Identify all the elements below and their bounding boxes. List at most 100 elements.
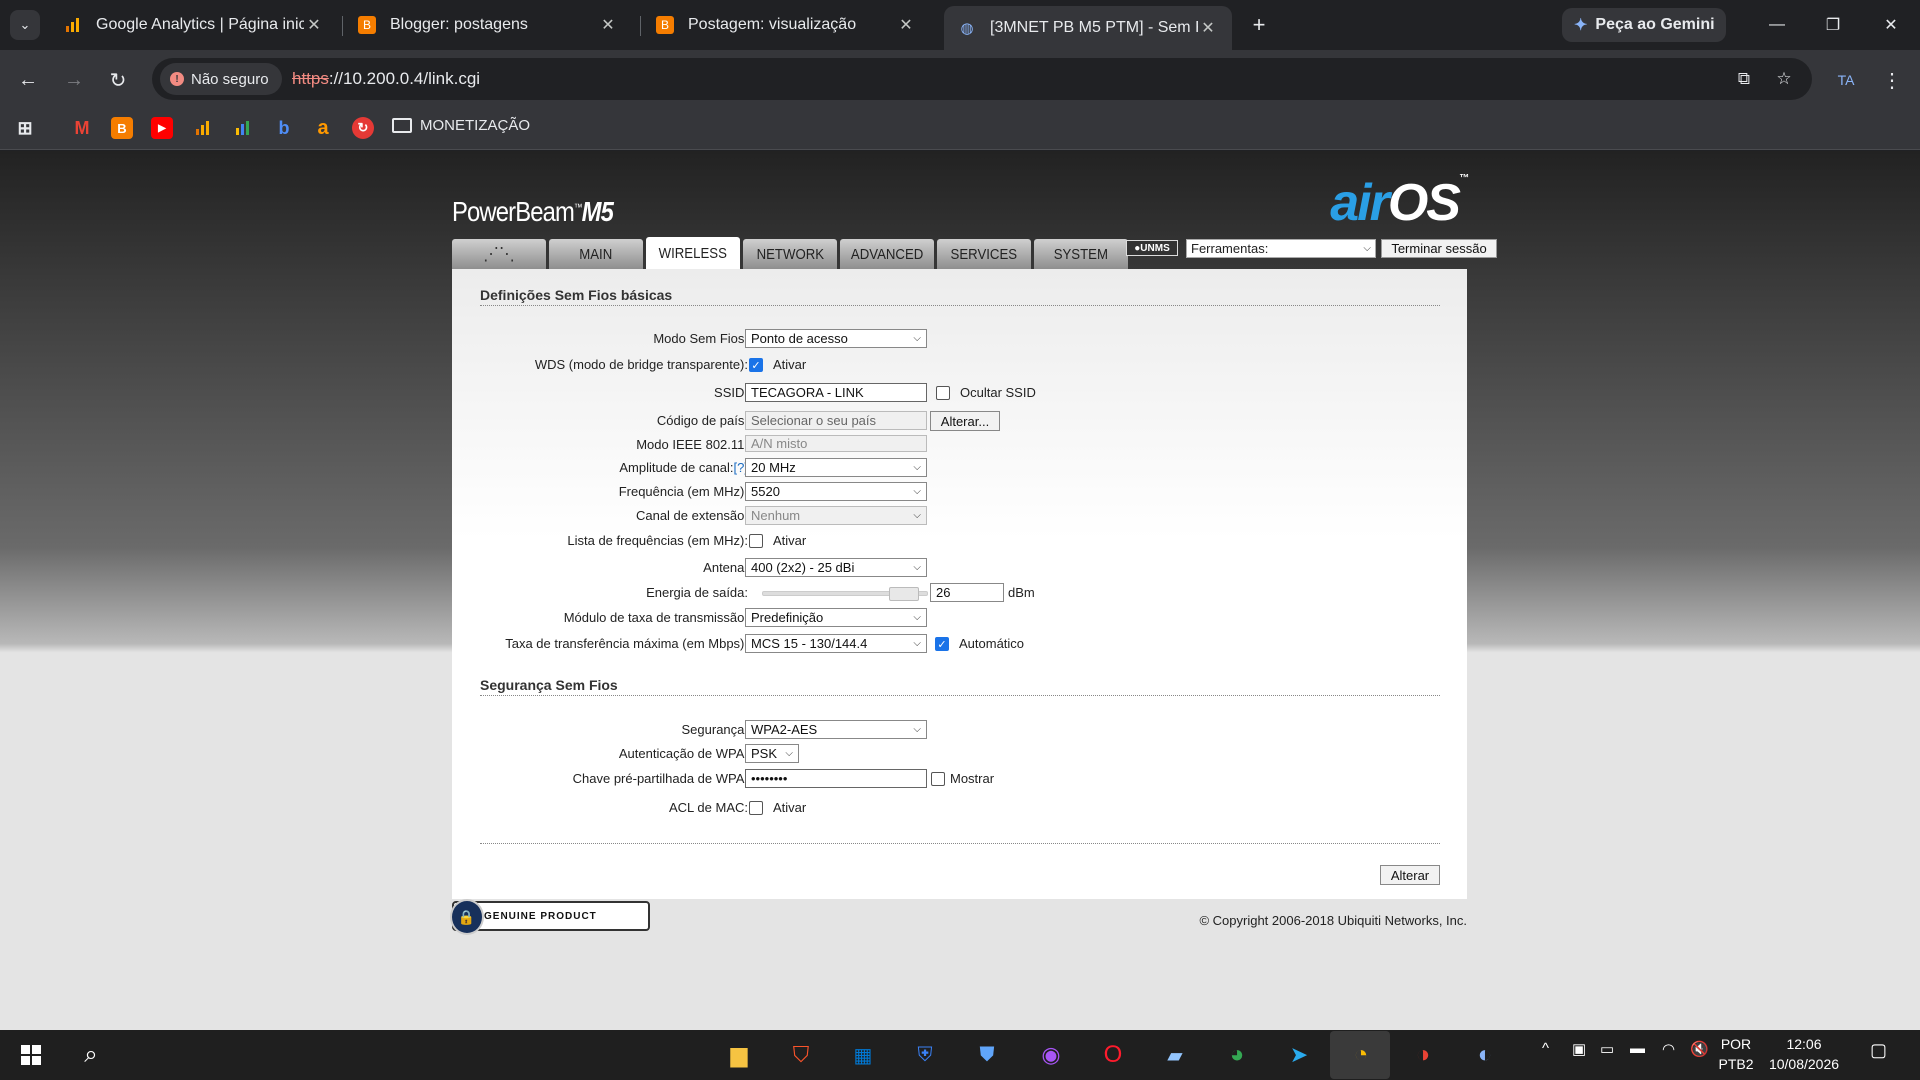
close-icon[interactable]: ✕ — [304, 15, 324, 35]
notifications-icon[interactable]: ▢ — [1870, 1040, 1887, 1061]
apply-button[interactable]: Alterar — [1380, 865, 1440, 885]
url-text[interactable]: https://10.200.0.4/link.cgi — [292, 69, 480, 89]
reload-icon[interactable]: ↻ — [102, 64, 134, 96]
wpa-key-input[interactable]: •••••••• — [745, 769, 927, 788]
youtube-icon[interactable]: ▶ — [151, 117, 173, 139]
tab-divider — [640, 16, 641, 36]
output-power-unit: dBm — [1008, 585, 1035, 600]
input-language[interactable]: POR PTB2 — [1714, 1034, 1758, 1074]
tab-system[interactable]: SYSTEM — [1034, 239, 1128, 269]
bookmark-star-icon[interactable]: ☆ — [1772, 68, 1796, 90]
close-icon[interactable]: ✕ — [1198, 18, 1218, 38]
rate-module-select[interactable]: Predefinição ⌵ — [745, 608, 927, 627]
row-wds: WDS (modo de bridge transparente): ✓ Ati… — [452, 355, 1467, 375]
row-channel-width: Amplitude de canal:[?] 20 MHz ⌵ — [452, 458, 1467, 478]
close-icon[interactable]: ✕ — [598, 15, 618, 35]
gemini-button[interactable]: ✦ Peça ao Gemini — [1562, 8, 1726, 42]
notes-icon[interactable]: ▰ — [1158, 1038, 1192, 1072]
row-country: Código de país: Selecionar o seu país Al… — [452, 411, 1467, 431]
tab-google-analytics[interactable]: Google Analytics | Página inicial ✕ — [50, 6, 338, 44]
bing-icon[interactable]: b — [273, 117, 295, 139]
auto-rate-checkbox[interactable]: ✓ — [935, 637, 949, 651]
minimize-icon[interactable]: — — [1754, 8, 1800, 42]
google-ads-icon[interactable] — [232, 117, 254, 139]
tab-ubiquiti-logo[interactable]: ⋰⋱ — [452, 239, 546, 269]
tab-network[interactable]: NETWORK — [743, 239, 837, 269]
restore-icon[interactable]: ❐ — [1810, 8, 1856, 42]
translate-icon[interactable]: ⧉ — [1732, 68, 1756, 90]
tab-wireless[interactable]: WIRELESS — [646, 237, 740, 269]
ssid-input[interactable]: TECAGORA - LINK — [745, 383, 927, 402]
close-icon[interactable]: ✕ — [896, 15, 916, 35]
extension-channel-value: Nenhum — [751, 508, 801, 523]
tab-services[interactable]: SERVICES — [937, 239, 1031, 269]
analytics-icon[interactable] — [192, 117, 214, 139]
gmail-icon[interactable]: M — [71, 117, 93, 139]
show-key-checkbox[interactable] — [931, 772, 945, 786]
telegram-icon[interactable]: ➤ — [1282, 1038, 1316, 1072]
wds-checkbox[interactable]: ✓ — [749, 358, 763, 372]
frequency-list-checkbox[interactable] — [749, 534, 763, 548]
forward-arrow-icon[interactable]: → — [58, 64, 90, 96]
security-select[interactable]: WPA2-AES ⌵ — [745, 720, 927, 739]
change-country-button[interactable]: Alterar... — [930, 411, 1000, 431]
address-bar[interactable]: ! Não seguro https://10.200.0.4/link.cgi… — [152, 58, 1812, 100]
mac-acl-checkbox[interactable] — [749, 801, 763, 815]
chrome-alt-icon[interactable]: ◑ — [1406, 1038, 1440, 1072]
blogger-icon[interactable]: B — [111, 117, 133, 139]
window-close-icon[interactable]: ✕ — [1868, 8, 1914, 42]
back-arrow-icon[interactable]: ← — [12, 64, 44, 96]
mac-acl-option-label: Ativar — [773, 800, 807, 815]
tray-chevron-up-icon[interactable]: ^ — [1542, 1040, 1549, 1057]
display-icon[interactable]: ▭ — [1600, 1040, 1614, 1058]
tab-blogger-postagens[interactable]: B Blogger: postagens ✕ — [344, 6, 632, 44]
app-d-icon[interactable]: ◉ — [1034, 1038, 1068, 1072]
antenna-select[interactable]: 400 (2x2) - 25 dBi ⌵ — [745, 558, 927, 577]
clock[interactable]: 12:06 10/08/2026 — [1764, 1034, 1844, 1074]
logout-button[interactable]: Terminar sessão — [1381, 239, 1497, 258]
extension-icon[interactable]: TA — [1830, 64, 1862, 96]
tab-airos-wireless[interactable]: ◍ [3MNET PB M5 PTM] - Sem Fios ✕ — [944, 6, 1232, 50]
opera-icon[interactable]: O — [1096, 1038, 1130, 1072]
wifi-icon[interactable]: ◠ — [1662, 1040, 1675, 1058]
chrome-profile-icon[interactable]: ◕ — [1220, 1038, 1254, 1072]
apps-grid-icon[interactable]: ⊞ — [14, 117, 36, 139]
not-secure-chip[interactable]: ! Não seguro — [160, 63, 282, 95]
tab-postagem-visualizacao[interactable]: B Postagem: visualização ✕ — [642, 6, 930, 44]
windows-start-icon[interactable] — [14, 1038, 48, 1072]
output-power-slider[interactable] — [762, 587, 928, 601]
wireless-mode-select[interactable]: Ponto de acesso ⌵ — [745, 329, 927, 348]
tools-select[interactable]: Ferramentas: ⌵ — [1186, 239, 1376, 258]
volume-muted-icon[interactable]: 🔇 — [1690, 1040, 1709, 1058]
vpn-shield-icon[interactable]: ⛊ — [970, 1038, 1004, 1072]
not-secure-label: Não seguro — [191, 70, 269, 88]
output-power-slider-handle[interactable] — [889, 587, 919, 601]
brave-icon[interactable]: ⛉ — [784, 1038, 818, 1072]
wpa-auth-select[interactable]: PSK ⌵ — [745, 744, 799, 763]
defender-icon[interactable]: ⛨ — [908, 1038, 942, 1072]
output-power-input[interactable]: 26 — [930, 583, 1004, 602]
chrome-icon[interactable]: ◔ — [1344, 1038, 1378, 1072]
frequency-select[interactable]: 5520 ⌵ — [745, 482, 927, 501]
refresh-app-icon[interactable]: ↻ — [352, 117, 374, 139]
store-icon[interactable]: ▦ — [846, 1038, 880, 1072]
unms-badge[interactable]: ● UNMS — [1126, 240, 1178, 256]
airos-app-icon[interactable]: ◐ — [1468, 1038, 1502, 1072]
hide-ssid-checkbox[interactable] — [936, 386, 950, 400]
file-explorer-icon[interactable]: ▆ — [722, 1038, 756, 1072]
chrome-menu-icon[interactable]: ⋮ — [1876, 64, 1908, 96]
row-ssid: SSID: TECAGORA - LINK Ocultar SSID — [452, 383, 1467, 403]
search-icon[interactable]: ⌕ — [74, 1038, 108, 1072]
bookmark-folder-monetizacao[interactable]: MONETIZAÇÃO — [392, 117, 530, 134]
tab-search-chevron-icon[interactable]: ⌄ — [10, 10, 40, 40]
amazon-icon[interactable]: a — [312, 117, 334, 139]
country-label: Código de país: — [656, 413, 748, 428]
meet-icon[interactable]: ▣ — [1572, 1040, 1586, 1058]
channel-width-select[interactable]: 20 MHz ⌵ — [745, 458, 927, 477]
max-rate-select[interactable]: MCS 15 - 130/144.4 ⌵ — [745, 634, 927, 653]
wireless-settings-panel: Definições Sem Fios básicas Modo Sem Fio… — [452, 269, 1467, 899]
battery-icon[interactable]: ▬ — [1630, 1040, 1645, 1057]
new-tab-plus-icon[interactable]: + — [1244, 10, 1274, 40]
tab-main[interactable]: MAIN — [549, 239, 643, 269]
tab-advanced[interactable]: ADVANCED — [840, 239, 934, 269]
